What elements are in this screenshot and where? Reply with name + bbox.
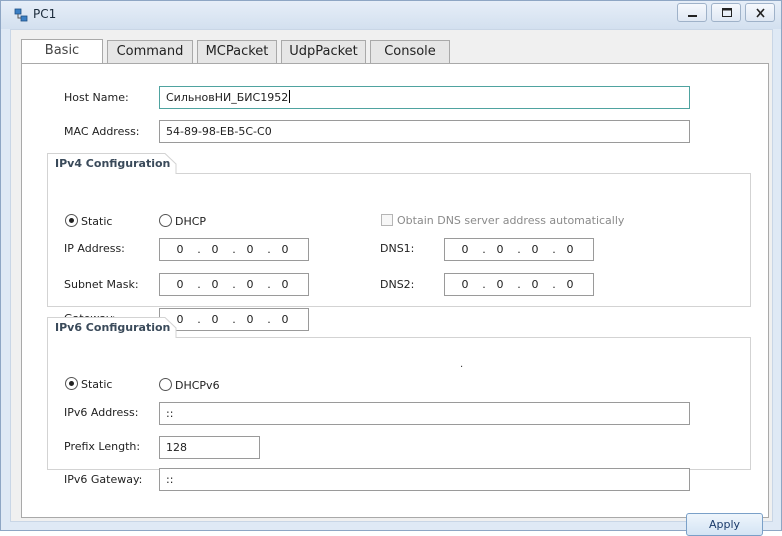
dns1-octet: 0	[531, 243, 539, 256]
ipv4-group-title: IPv4 Configuration	[55, 157, 171, 170]
prefix-length-label: Prefix Length:	[64, 440, 141, 453]
tab-mcpacket[interactable]: MCPacket	[197, 40, 277, 63]
prefix-length-value: 128	[166, 441, 187, 454]
close-button[interactable]	[745, 3, 775, 22]
close-icon	[756, 8, 765, 18]
octet-dot: .	[552, 243, 556, 256]
maximize-button[interactable]	[711, 3, 741, 22]
basic-config-panel: Host Name: СильновНИ_БИС1952 MAC Address…	[21, 63, 769, 536]
ipv6-group-title: IPv6 Configuration	[55, 321, 171, 334]
dns2-octet: 0	[531, 278, 539, 291]
mac-address-field[interactable]: 54-89-98-EB-5C-C0	[159, 120, 690, 143]
ipv4-group-header: IPv4 Configuration	[47, 153, 751, 174]
ipv6-gateway-value: ::	[166, 473, 174, 486]
ipv6-dhcpv6-radio[interactable]	[159, 378, 172, 391]
ipv6-group-header: IPv6 Configuration	[47, 317, 751, 338]
text-caret	[289, 90, 291, 103]
host-name-label: Host Name:	[64, 91, 129, 104]
ip-address-field[interactable]: 0. 0. 0. 0	[159, 238, 309, 261]
ipv6-static-radio[interactable]	[65, 377, 78, 390]
minimize-button[interactable]	[677, 3, 707, 22]
ipv6-address-field[interactable]: ::	[159, 402, 690, 425]
octet-dot: .	[197, 278, 201, 291]
mask-octet: 0	[176, 278, 184, 291]
ipv6-gateway-field[interactable]: ::	[159, 468, 690, 491]
mask-octet: 0	[281, 278, 289, 291]
mask-octet: 0	[246, 278, 254, 291]
ipv6-gateway-label: IPv6 Gateway:	[64, 473, 143, 486]
ipv6-dhcpv6-label: DHCPv6	[175, 379, 220, 392]
dns-auto-label: Obtain DNS server address automatically	[397, 214, 625, 227]
dns2-field[interactable]: 0. 0. 0. 0	[444, 273, 594, 296]
octet-dot: .	[197, 243, 201, 256]
mask-octet: 0	[211, 278, 219, 291]
tab-command[interactable]: Command	[107, 40, 193, 63]
apply-button[interactable]: Apply	[686, 513, 763, 536]
ip-octet: 0	[281, 243, 289, 256]
dns1-octet: 0	[566, 243, 574, 256]
tab-console[interactable]: Console	[370, 40, 450, 63]
ipv4-dhcp-label: DHCP	[175, 215, 207, 228]
dns1-octet: 0	[461, 243, 469, 256]
ipv6-address-value: ::	[166, 407, 174, 420]
dns-auto-checkbox[interactable]	[381, 214, 393, 226]
prefix-length-field[interactable]: 128	[159, 436, 260, 459]
dns2-octet: 0	[496, 278, 504, 291]
ipv4-dhcp-radio[interactable]	[159, 214, 172, 227]
dns2-octet: 0	[566, 278, 574, 291]
octet-dot: .	[232, 243, 236, 256]
host-name-field[interactable]: СильновНИ_БИС1952	[159, 86, 690, 109]
pc1-config-window: PC1 Basic Config Command MCPacket UdpPac…	[0, 0, 782, 536]
octet-dot: .	[517, 243, 521, 256]
subnet-mask-label: Subnet Mask:	[64, 278, 139, 291]
ipv6-address-label: IPv6 Address:	[64, 406, 139, 419]
octet-dot: .	[267, 243, 271, 256]
host-name-value: СильновНИ_БИС1952	[166, 91, 289, 104]
dns1-octet: 0	[496, 243, 504, 256]
octet-dot: .	[552, 278, 556, 291]
octet-dot: .	[482, 278, 486, 291]
dns1-field[interactable]: 0. 0. 0. 0	[444, 238, 594, 261]
mac-address-value: 54-89-98-EB-5C-C0	[166, 125, 272, 138]
dns2-octet: 0	[461, 278, 469, 291]
dns2-label: DNS2:	[380, 278, 415, 291]
ip-octet: 0	[246, 243, 254, 256]
ipv4-static-radio[interactable]	[65, 214, 78, 227]
tab-udppacket[interactable]: UdpPacket	[281, 40, 366, 63]
ip-octet: 0	[211, 243, 219, 256]
maximize-icon	[722, 8, 732, 17]
octet-dot: .	[517, 278, 521, 291]
octet-dot: .	[482, 243, 486, 256]
title-bar[interactable]: PC1	[1, 1, 781, 29]
tab-basic-config[interactable]: Basic Config	[21, 39, 103, 80]
window-client-area: Basic Config Command MCPacket UdpPacket …	[10, 29, 773, 536]
ip-address-label: IP Address:	[64, 242, 125, 255]
ipv6-static-label: Static	[81, 378, 113, 391]
mac-address-label: MAC Address:	[64, 125, 140, 138]
ipv4-static-label: Static	[81, 215, 113, 228]
octet-dot: .	[267, 278, 271, 291]
ip-octet: 0	[176, 243, 184, 256]
octet-dot: .	[232, 278, 236, 291]
window-title: PC1	[33, 7, 57, 21]
network-pc-icon	[14, 8, 28, 22]
minimize-icon	[688, 15, 697, 17]
subnet-mask-field[interactable]: 0. 0. 0. 0	[159, 273, 309, 296]
dns1-label: DNS1:	[380, 242, 415, 255]
